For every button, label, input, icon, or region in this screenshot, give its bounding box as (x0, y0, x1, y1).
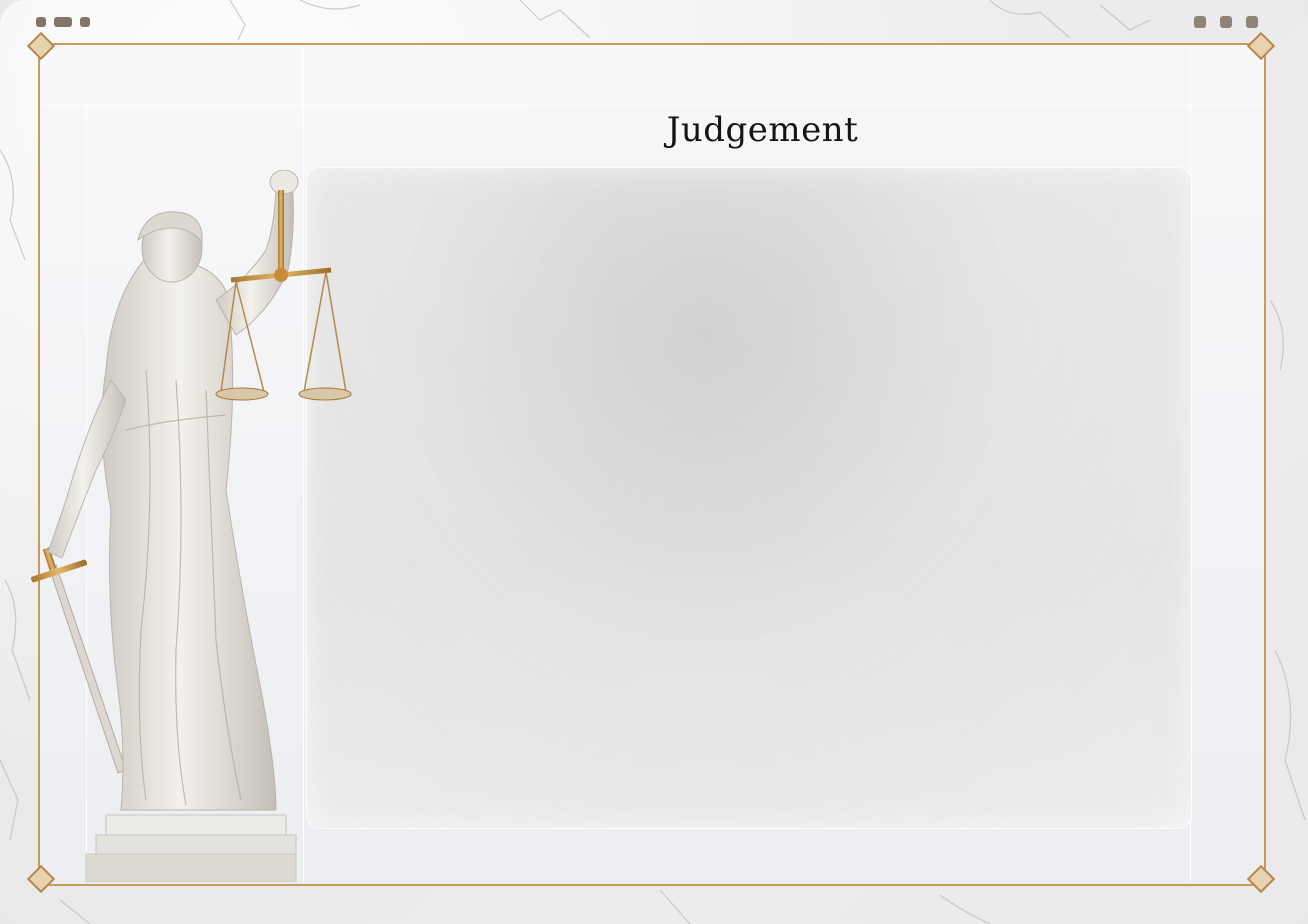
menu-dot-icon[interactable] (36, 17, 46, 27)
page-title: Judgement (666, 110, 859, 150)
content-panel[interactable] (306, 167, 1192, 829)
app-frame: Judgement (0, 0, 1308, 924)
lady-justice-statue (31, 170, 352, 882)
maximize-icon[interactable] (1220, 16, 1232, 28)
pedestal (85, 814, 297, 882)
menu-dot-icon[interactable] (80, 17, 90, 27)
minimize-icon[interactable] (1194, 16, 1206, 28)
header-divider (42, 105, 1262, 106)
window-menu (36, 17, 90, 27)
window-controls (1194, 16, 1258, 28)
menu-dot-icon[interactable] (54, 17, 72, 27)
close-icon[interactable] (1246, 16, 1258, 28)
